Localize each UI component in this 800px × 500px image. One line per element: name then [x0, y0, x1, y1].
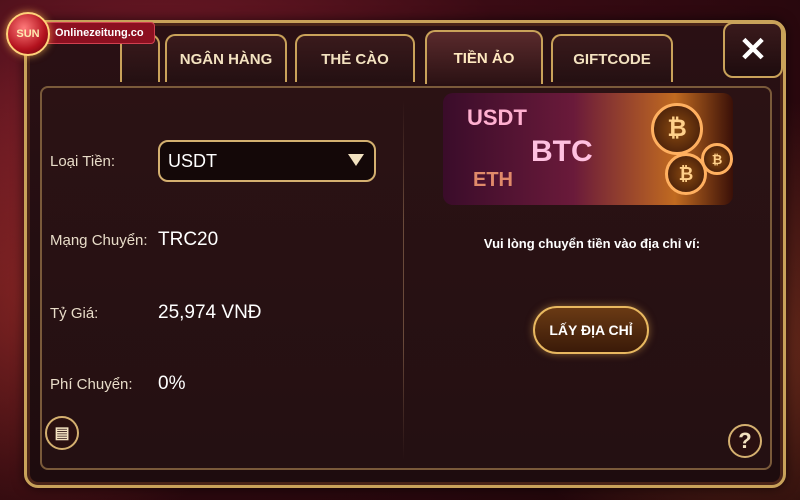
banner-btc: BTC	[531, 135, 593, 168]
crypto-banner: USDT BTC ETH ₿ ₿ ₿	[443, 93, 733, 205]
get-address-button[interactable]: LẤY ĐỊA CHỈ	[533, 306, 649, 354]
fee-label: Phí Chuyển:	[50, 376, 133, 393]
site-domain: Onlinezeitung.co	[40, 22, 155, 44]
bitcoin-coin-icon: ₿	[701, 143, 733, 175]
tab-bank[interactable]: NGÂN HÀNG	[165, 34, 287, 82]
tab-crypto[interactable]: TIỀN ẢO	[425, 30, 543, 84]
help-icon: ?	[738, 428, 752, 453]
help-button[interactable]: ?	[728, 424, 762, 458]
document-icon: ▤	[54, 425, 70, 442]
tab-card[interactable]: THẺ CÀO	[295, 34, 415, 82]
network-label: Mạng Chuyển:	[50, 232, 148, 249]
currency-value: USDT	[168, 150, 217, 171]
currency-label: Loại Tiền:	[50, 153, 116, 170]
fee-value: 0%	[158, 373, 186, 394]
banner-usdt: USDT	[467, 105, 527, 130]
network-value: TRC20	[158, 229, 219, 250]
close-icon: ✕	[738, 31, 768, 69]
currency-select[interactable]: USDT	[158, 140, 376, 182]
history-button[interactable]: ▤	[45, 416, 79, 450]
instruction-text: Vui lòng chuyển tiền vào địa chỉ ví:	[483, 236, 701, 251]
bitcoin-coin-icon: ₿	[651, 103, 703, 155]
site-logo: SUN	[6, 12, 50, 56]
rate-value: 25,974 VNĐ	[158, 302, 262, 323]
banner-eth: ETH	[473, 169, 513, 191]
chevron-down-icon	[348, 154, 364, 166]
close-button[interactable]: ✕	[723, 22, 783, 78]
tab-giftcode[interactable]: GIFTCODE	[551, 34, 673, 82]
rate-label: Tỷ Giá:	[50, 305, 99, 322]
column-divider	[403, 100, 404, 460]
